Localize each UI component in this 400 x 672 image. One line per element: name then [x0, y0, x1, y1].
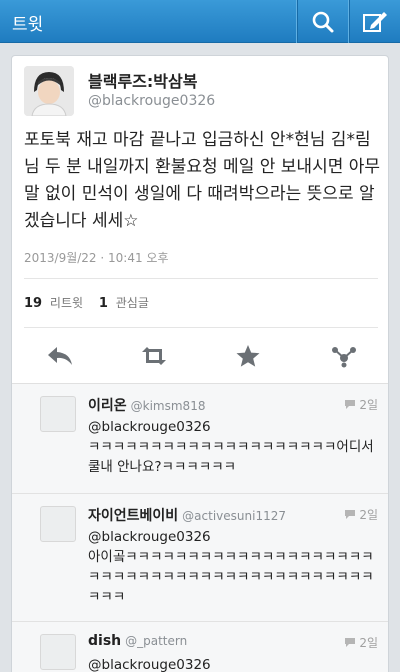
- more-icon: [332, 347, 356, 368]
- reply-time-text: 2일: [359, 398, 378, 412]
- list-item[interactable]: dish @_pattern 2일 @blackrouge0326: [12, 622, 388, 672]
- retweet-count-label[interactable]: 리트윗: [50, 296, 83, 310]
- reply-display-name[interactable]: 이리온: [88, 398, 127, 414]
- page-title: 트윗: [12, 15, 44, 35]
- reply-handle[interactable]: @_pattern: [125, 634, 187, 648]
- tweet-card: 블랙루즈:박삼복 @blackrouge0326 포토북 재고 마감 끝나고 입…: [11, 55, 389, 672]
- avatar[interactable]: [24, 66, 74, 116]
- reply-time: 2일: [344, 396, 378, 413]
- avatar[interactable]: [40, 634, 76, 670]
- reply-time: 2일: [344, 506, 378, 523]
- reply-body: ㅋㅋㅋㅋㅋㅋㅋㅋㅋㅋㅋㅋㅋㅋㅋㅋㅋㅋㅋㅋ어디서 쿨내 안나요?ㅋㅋㅋㅋㅋㅋ: [88, 439, 374, 475]
- favorite-button[interactable]: [228, 339, 268, 373]
- speech-bubble-icon: [345, 510, 356, 519]
- user-handle[interactable]: @blackrouge0326: [88, 93, 215, 109]
- tweet-text: 포토북 재고 마감 끝나고 입금하신 안*현님 김*림님 두 분 내일까지 환불…: [24, 130, 381, 231]
- list-item[interactable]: 이리온 @kimsm818 2일 @blackrouge0326 ㅋㅋㅋㅋㅋㅋㅋㅋ…: [12, 384, 388, 494]
- compose-icon: [362, 11, 387, 32]
- speech-bubble-icon: [345, 400, 356, 409]
- speech-bubble-icon: [345, 638, 356, 647]
- reply-mention[interactable]: @blackrouge0326: [88, 417, 380, 437]
- reply-handle[interactable]: @kimsm818: [131, 399, 206, 413]
- reply-text: @blackrouge0326: [88, 655, 380, 672]
- star-icon: [236, 345, 260, 367]
- reply-display-name[interactable]: 자이언트베이비: [88, 508, 178, 524]
- avatar[interactable]: [40, 396, 76, 432]
- retweet-button[interactable]: [134, 339, 174, 373]
- reply-display-name[interactable]: dish: [88, 633, 121, 649]
- compose-button[interactable]: [348, 0, 400, 43]
- reply-time: 2일: [344, 634, 378, 651]
- avatar[interactable]: [40, 506, 76, 542]
- reply-handle[interactable]: @activesuni1127: [182, 509, 286, 523]
- action-bar: [12, 339, 388, 379]
- list-item[interactable]: 자이언트베이비 @activesuni1127 2일 @blackrouge032…: [12, 494, 388, 622]
- divider: [24, 278, 378, 279]
- reply-time-text: 2일: [359, 636, 378, 650]
- top-bar: 트윗: [0, 0, 400, 43]
- favorite-count[interactable]: 1: [99, 296, 108, 311]
- divider: [24, 327, 378, 328]
- search-button[interactable]: [296, 0, 348, 43]
- tweet-timestamp: 2013/9월/22 · 10:41 오후: [24, 251, 169, 265]
- reply-button[interactable]: [40, 339, 80, 373]
- reply-author: 이리온 @kimsm818: [88, 395, 205, 415]
- reply-author: dish @_pattern: [88, 633, 187, 649]
- reply-list: 이리온 @kimsm818 2일 @blackrouge0326 ㅋㅋㅋㅋㅋㅋㅋㅋ…: [12, 383, 388, 672]
- reply-body: 아이곸ㅋㅋㅋㅋㅋㅋㅋㅋㅋㅋㅋㅋㅋㅋㅋㅋㅋㅋㅋㅋㅋㅋㅋㅋㅋㅋㅋㅋㅋㅋㅋㅋㅋㅋㅋㅋㅋ…: [88, 549, 374, 605]
- search-icon: [312, 11, 333, 32]
- tweet-stats: 19 리트윗 1 관심글: [24, 294, 149, 311]
- more-button[interactable]: [324, 339, 364, 373]
- retweet-icon: [142, 347, 166, 365]
- reply-text: @blackrouge0326 아이곸ㅋㅋㅋㅋㅋㅋㅋㅋㅋㅋㅋㅋㅋㅋㅋㅋㅋㅋㅋㅋㅋ…: [88, 527, 380, 607]
- reply-text: @blackrouge0326 ㅋㅋㅋㅋㅋㅋㅋㅋㅋㅋㅋㅋㅋㅋㅋㅋㅋㅋㅋㅋ어디서 …: [88, 417, 380, 477]
- favorite-count-label[interactable]: 관심글: [116, 296, 149, 310]
- reply-author: 자이언트베이비 @activesuni1127: [88, 505, 286, 525]
- avatar-image: [24, 66, 74, 116]
- reply-icon: [48, 347, 72, 365]
- display-name[interactable]: 블랙루즈:박삼복: [88, 68, 197, 92]
- retweet-count[interactable]: 19: [24, 296, 42, 311]
- reply-time-text: 2일: [359, 508, 378, 522]
- reply-mention[interactable]: @blackrouge0326: [88, 527, 380, 547]
- reply-mention[interactable]: @blackrouge0326: [88, 655, 380, 672]
